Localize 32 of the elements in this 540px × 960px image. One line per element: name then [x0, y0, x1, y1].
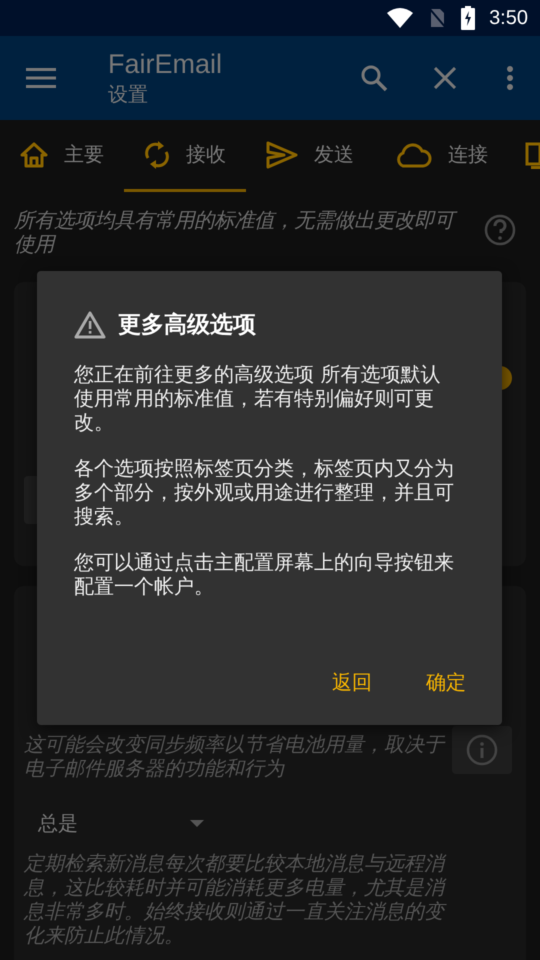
- dropdown[interactable]: 总是: [38, 810, 204, 837]
- help-icon[interactable]: [484, 214, 516, 246]
- search-icon[interactable]: [360, 64, 388, 92]
- monitor-icon[interactable]: [525, 142, 540, 172]
- dialog-paragraph: 您可以通过点击主配置屏幕上的向导按钮来配置一个帐户。: [74, 550, 455, 598]
- info-icon: [466, 734, 498, 766]
- wifi-icon: [387, 8, 414, 28]
- dialog-title: 更多高级选项: [118, 311, 256, 340]
- caret-icon: [190, 820, 204, 827]
- dialog-paragraph: 各个选项按照标签页分类，标签页内又分为多个部分，按外观或用途进行整理，并且可搜索。: [74, 456, 455, 528]
- cloud-icon: [394, 142, 432, 168]
- dialog-paragraph: 您正在前往更多的高级选项 所有选项默认使用常用的标准值，若有特别偏好则可更改。: [74, 362, 442, 434]
- intro-text: 所有选项均具有常用的标准值，无需做出更改即可使用: [14, 208, 464, 256]
- status-time: 3:50: [489, 6, 528, 30]
- dialog-button[interactable]: 确定: [416, 669, 476, 696]
- settings-tab[interactable]: 接收: [124, 120, 246, 192]
- menu-icon[interactable]: [26, 67, 56, 89]
- settings-tab[interactable]: 发送: [246, 120, 374, 192]
- app-title: FairEmail: [108, 48, 224, 80]
- dialog-button[interactable]: 返回: [322, 669, 382, 696]
- setting-hint: 这可能会改变同步频率以节省电池用量，取决于电子邮件服务器的功能和行为: [24, 732, 444, 780]
- info-button[interactable]: [452, 726, 512, 774]
- more-options-icon[interactable]: [506, 65, 514, 91]
- home-icon: [20, 142, 48, 168]
- send-icon: [266, 140, 298, 168]
- settings-tab[interactable]: 主要: [0, 120, 124, 192]
- settings-tab[interactable]: 连接: [374, 120, 508, 192]
- close-icon[interactable]: [434, 67, 456, 89]
- app-subtitle: 设置: [108, 81, 149, 108]
- sync-icon: [144, 140, 170, 170]
- warning-icon: [74, 310, 106, 338]
- battery-charging-icon: [461, 6, 476, 30]
